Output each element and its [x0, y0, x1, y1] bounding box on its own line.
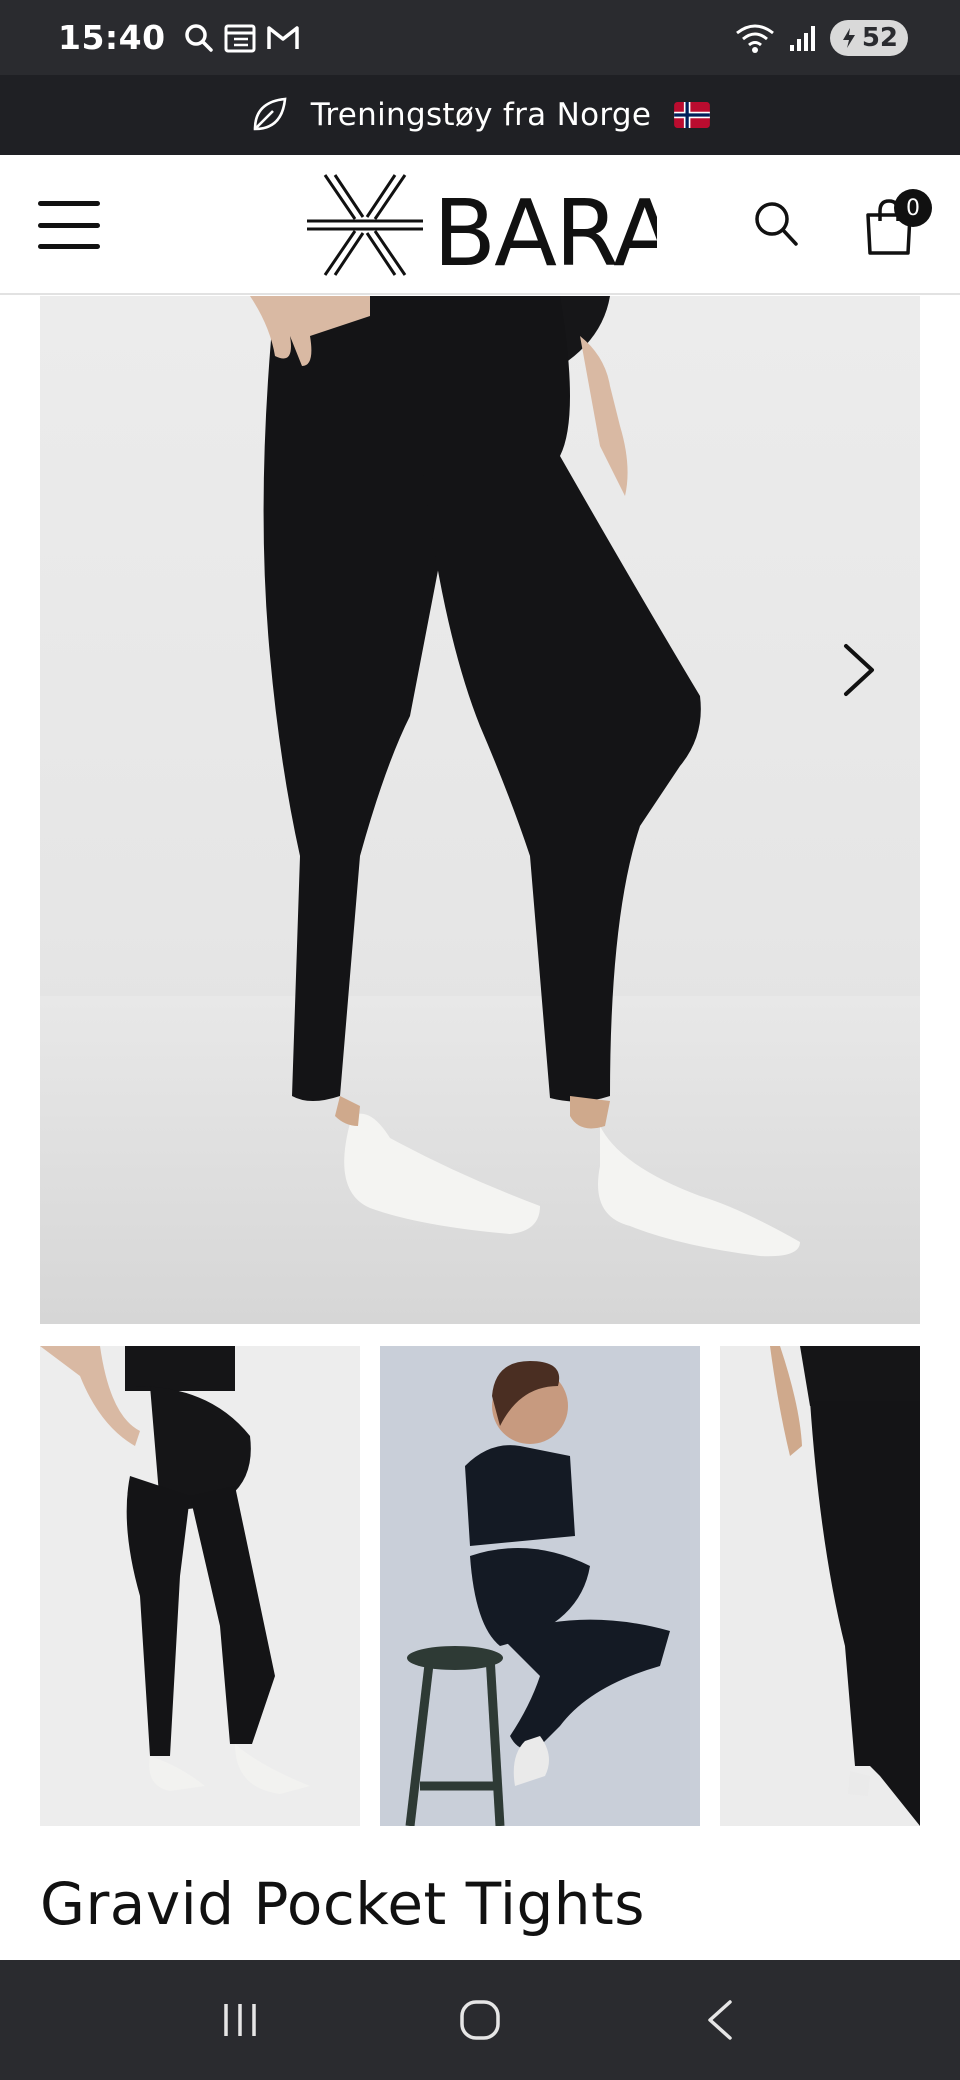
thumbnail-1-photo — [40, 1346, 310, 1794]
product-title: Gravid Pocket Tights — [40, 1870, 645, 1938]
thumbnail-2[interactable] — [380, 1346, 700, 1826]
calendar-icon — [224, 24, 256, 52]
thumbnail-strip — [40, 1346, 920, 1826]
logo-wordmark: BARA — [433, 180, 657, 281]
thumbnail-2-photo — [405, 1361, 670, 1826]
status-bar: 15:40 52 — [0, 0, 960, 75]
search-icon[interactable] — [752, 199, 800, 249]
battery-indicator: 52 — [829, 19, 908, 56]
search-icon — [184, 23, 213, 52]
status-left: 15:40 — [58, 18, 300, 57]
product-photo — [40, 296, 920, 1324]
norway-flag — [674, 102, 711, 128]
battery-level: 52 — [861, 22, 898, 53]
recents-button[interactable] — [208, 1988, 272, 2052]
recents-icon — [224, 2004, 256, 2036]
thumbnail-3[interactable] — [720, 1346, 920, 1826]
system-nav-bar — [0, 1960, 960, 2080]
status-right: 52 — [734, 19, 908, 56]
chevron-right-icon[interactable] — [838, 640, 882, 700]
announcement-bar: Treningstøy fra Norge — [0, 75, 960, 155]
cart-button[interactable]: 0 — [862, 189, 932, 257]
gmail-icon — [266, 25, 299, 49]
back-button[interactable] — [688, 1988, 752, 2052]
status-time: 15:40 — [58, 18, 166, 57]
product-main-image[interactable] — [40, 296, 920, 1324]
wifi-icon — [735, 24, 774, 53]
bara-logo[interactable]: BARA — [305, 169, 657, 281]
announcement-text: Treningstøy fra Norge — [310, 97, 652, 133]
thumbnail-1[interactable] — [40, 1346, 360, 1826]
battery-icon — [842, 27, 855, 48]
signal-icon — [789, 25, 815, 51]
cart-count-badge: 0 — [894, 189, 932, 227]
menu-icon[interactable] — [38, 201, 100, 249]
site-header: BARA 0 — [0, 155, 960, 295]
thumbnail-3-photo — [770, 1346, 920, 1826]
back-icon — [708, 2000, 732, 2040]
home-button[interactable] — [448, 1988, 512, 2052]
leaf-icon — [253, 97, 287, 131]
home-icon — [460, 2000, 500, 2040]
status-notification-icons — [184, 23, 300, 53]
